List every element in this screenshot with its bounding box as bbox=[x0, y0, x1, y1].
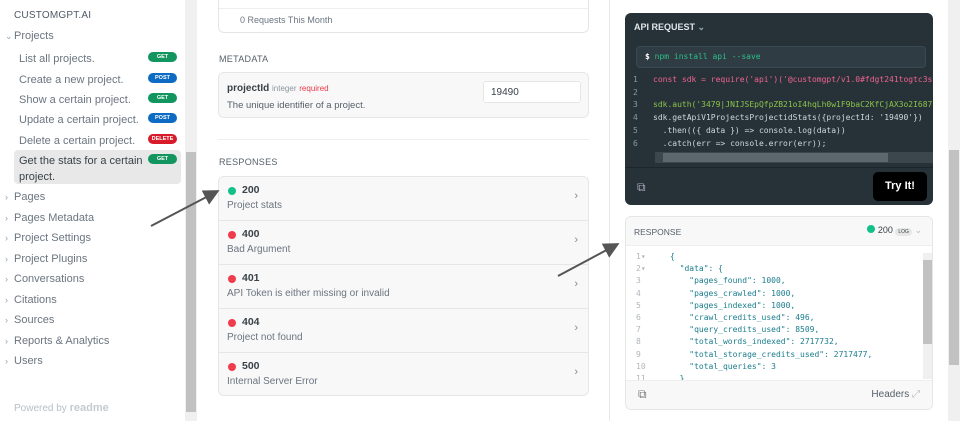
annotation-arrows bbox=[150, 190, 620, 277]
arrow-to-200-response bbox=[150, 190, 220, 227]
arrow-to-response-panel bbox=[557, 243, 620, 277]
